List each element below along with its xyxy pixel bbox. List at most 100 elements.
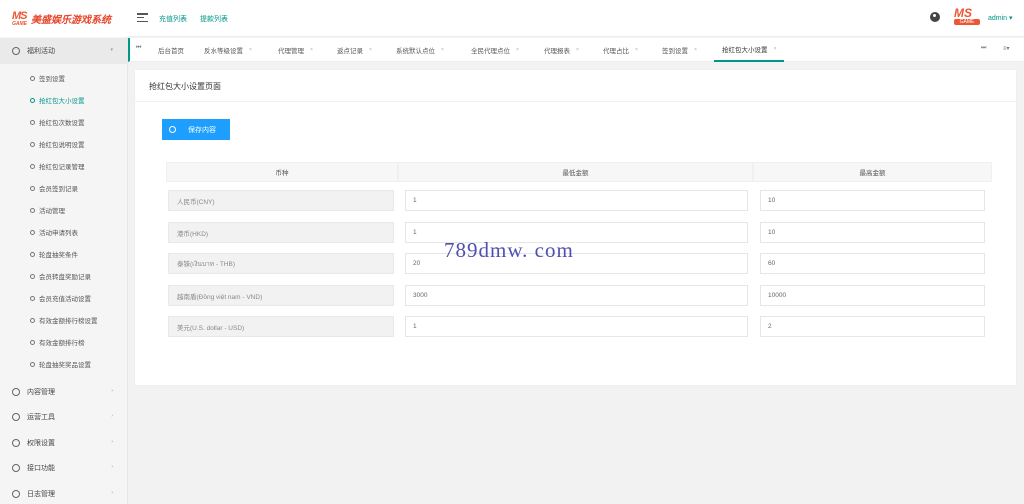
max-amount-input[interactable] (760, 190, 985, 211)
tab-menu-icon[interactable]: ≡▾ (1003, 45, 1010, 52)
bullet-icon (30, 185, 35, 191)
chevron-down-icon: ▾ (110, 47, 113, 53)
close-icon[interactable]: × (441, 47, 444, 53)
check-circle-icon (169, 126, 176, 133)
bullet-icon (30, 251, 35, 257)
circle-icon (12, 439, 20, 447)
bullet-icon (30, 229, 35, 235)
sidebar-item-activity-applications[interactable]: 活动申请列表 (0, 222, 128, 242)
sidebar-item-redpacket-count[interactable]: 抢红包次数设置 (0, 112, 128, 132)
watermark: 789dmw. com (444, 238, 574, 262)
bullet-icon (30, 207, 35, 213)
close-icon[interactable]: × (635, 47, 638, 53)
tab-default-points[interactable]: 系统默认点位 × (396, 38, 444, 62)
chevron-right-icon: › (111, 388, 113, 394)
currency-label: 港币(HKD) (168, 222, 394, 243)
column-header-currency: 币种 (166, 162, 398, 182)
tab-scroll-right-icon[interactable]: ⏭ (981, 45, 986, 52)
bullet-icon (30, 273, 35, 279)
save-button[interactable]: 保存内容 (162, 119, 230, 140)
circle-icon (12, 464, 20, 472)
tab-universal-agent-points[interactable]: 全民代理点位 × (471, 38, 519, 62)
sidebar-item-redpacket-desc[interactable]: 抢红包说明设置 (0, 134, 128, 154)
tab-rebate-records[interactable]: 返点记录 × (337, 38, 372, 62)
circle-icon (12, 413, 20, 421)
sidebar-item-ranking[interactable]: 有效金额排行榜 (0, 332, 128, 352)
sidebar-item-wheel-conditions[interactable]: 轮盘抽奖条件 (0, 244, 128, 264)
min-amount-input[interactable] (405, 285, 748, 306)
currency-label: 泰铢(เงินบาท - THB) (168, 253, 394, 274)
min-amount-input[interactable] (405, 190, 748, 211)
sidebar-item-wheel-rewards[interactable]: 会员转盘奖励记录 (0, 266, 128, 286)
close-icon[interactable]: × (310, 47, 313, 53)
sidebar-item-ranking-settings[interactable]: 有效金额排行榜设置 (0, 310, 128, 330)
bullet-icon (30, 317, 35, 323)
bullet-icon (30, 163, 35, 169)
sidebar-item-member-checkins[interactable]: 会员签到记录 (0, 178, 128, 198)
menu-toggle-icon[interactable] (137, 13, 148, 22)
close-icon[interactable]: × (694, 47, 697, 53)
sidebar-group-content[interactable]: 内容管理 › (0, 379, 128, 405)
sidebar-item-wheel-prizes[interactable]: 轮盘抽奖奖品设置 (0, 354, 128, 374)
avatar[interactable]: MS GAME (954, 7, 982, 29)
sidebar-group-welfare[interactable]: 福利活动 ▾ (0, 38, 128, 64)
tab-redpacket-amount[interactable]: 抢红包大小设置 × (714, 38, 785, 62)
sidebar-group-operations[interactable]: 运营工具 › (0, 404, 128, 430)
column-header-max: 最高金额 (753, 162, 992, 182)
bullet-icon (30, 119, 35, 125)
chevron-down-icon: ▾ (1009, 15, 1013, 22)
page-title: 抢红包大小设置页面 (149, 82, 221, 91)
bullet-icon (30, 141, 35, 147)
min-amount-input[interactable] (405, 316, 748, 337)
chevron-right-icon: › (111, 413, 113, 419)
currency-label: 越南盾(Đồng việt nam - VND) (168, 285, 394, 306)
circle-icon (12, 388, 20, 396)
max-amount-input[interactable] (760, 285, 985, 306)
top-header: MS GAME 美盛娱乐游戏系统 充值列表 提款列表 MS GAME admin… (0, 0, 1024, 37)
sidebar-item-activity-manage[interactable]: 活动管理 (0, 200, 128, 220)
tab-home[interactable]: 后台首页 (158, 38, 184, 62)
bullet-icon (30, 97, 35, 103)
tab-agent-manage[interactable]: 代理管理 × (278, 38, 313, 62)
divider (135, 101, 1016, 102)
chevron-right-icon: › (111, 490, 113, 496)
sidebar-group-api[interactable]: 接口功能 › (0, 455, 128, 481)
tab-rebate-levels[interactable]: 反水等级设置 × (204, 38, 252, 62)
close-icon[interactable]: × (774, 46, 777, 52)
max-amount-input[interactable] (760, 253, 985, 274)
sidebar-group-permissions[interactable]: 权限设置 › (0, 430, 128, 456)
chevron-right-icon: › (111, 464, 113, 470)
sidebar-item-checkin-settings[interactable]: 签到设置 (0, 68, 128, 88)
sidebar-item-recharge-activity[interactable]: 会员充值活动设置 (0, 288, 128, 308)
max-amount-input[interactable] (760, 316, 985, 337)
tab-scroll-left-icon[interactable]: ⏮ (136, 45, 141, 52)
close-icon[interactable]: × (576, 47, 579, 53)
currency-label: 美元(U.S. dollar - USD) (168, 316, 394, 337)
sidebar-item-redpacket-records[interactable]: 抢红包记录管理 (0, 156, 128, 176)
recharge-list-link[interactable]: 充值列表 (159, 14, 187, 24)
tab-bar: ⏮ 后台首页 反水等级设置 × 代理管理 × 返点记录 × 系统默认点位 × 全民代理点… (128, 38, 1024, 62)
tab-checkin-settings[interactable]: 签到设置 × (662, 38, 697, 62)
currency-label: 人民币(CNY) (168, 190, 394, 211)
close-icon[interactable]: × (249, 47, 252, 53)
chevron-right-icon: › (111, 439, 113, 445)
user-menu[interactable]: admin ▾ (988, 14, 1013, 22)
close-icon[interactable]: × (516, 47, 519, 53)
close-icon[interactable]: × (369, 47, 372, 53)
app-title: 美盛娱乐游戏系统 (31, 15, 111, 26)
withdrawal-list-link[interactable]: 提款列表 (200, 14, 228, 24)
bullet-icon (30, 339, 35, 345)
bullet-icon (30, 75, 35, 81)
palette-icon[interactable] (930, 12, 940, 22)
sidebar-item-redpacket-amount[interactable]: 抢红包大小设置 (0, 90, 128, 110)
bullet-icon (30, 295, 35, 301)
settings-card: 抢红包大小设置页面 保存内容 币种 最低金额 最高金额 人民币(CNY) 港币(… (134, 69, 1017, 386)
max-amount-input[interactable] (760, 222, 985, 243)
tab-agent-report[interactable]: 代理报表 × (544, 38, 579, 62)
circle-icon (12, 47, 20, 55)
sidebar-group-logs[interactable]: 日志管理 › (0, 481, 128, 504)
logo-mark: MS GAME (12, 9, 27, 27)
circle-icon (12, 490, 20, 498)
tab-agent-ratio[interactable]: 代理占比 × (603, 38, 638, 62)
logo: MS GAME 美盛娱乐游戏系统 (0, 0, 128, 37)
